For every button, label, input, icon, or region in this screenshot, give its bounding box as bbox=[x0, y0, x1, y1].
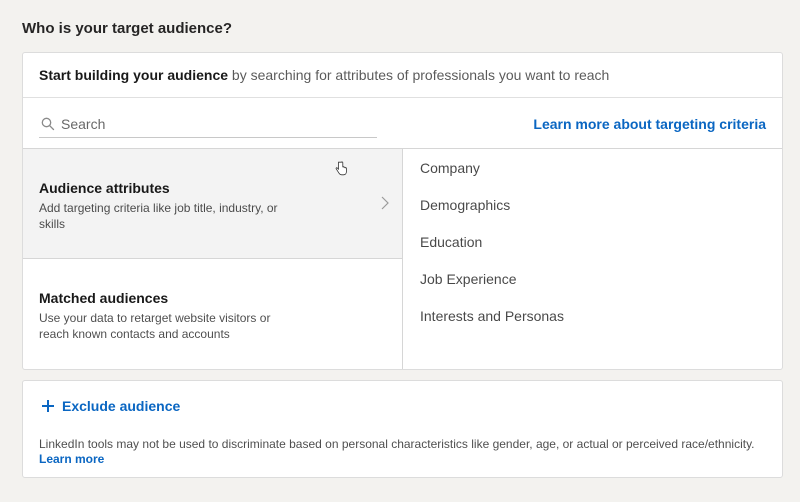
page: Who is your target audience? Start build… bbox=[0, 0, 800, 502]
category-list: Company Demographics Education Job Exper… bbox=[403, 149, 782, 369]
card-header-rest: by searching for attributes of professio… bbox=[228, 67, 610, 83]
audience-card: Start building your audience by searchin… bbox=[22, 52, 783, 370]
search-icon bbox=[41, 117, 55, 130]
option-title: Audience attributes bbox=[39, 180, 170, 196]
category-job-experience[interactable]: Job Experience bbox=[403, 272, 782, 309]
audience-options: Audience attributes Add targeting criter… bbox=[23, 149, 403, 369]
category-demographics[interactable]: Demographics bbox=[403, 198, 782, 235]
hand-cursor-icon bbox=[335, 161, 347, 176]
card-header-bold: Start building your audience bbox=[39, 67, 229, 83]
search-row: Learn more about targeting criteria bbox=[23, 98, 782, 149]
option-matched-audiences[interactable]: Matched audiences Use your data to retar… bbox=[23, 259, 402, 369]
chevron-right-icon bbox=[381, 196, 389, 210]
exclude-audience-button[interactable]: Exclude audience bbox=[41, 398, 180, 414]
category-education[interactable]: Education bbox=[403, 235, 782, 272]
category-company[interactable]: Company bbox=[403, 161, 782, 198]
learn-targeting-link[interactable]: Learn more about targeting criteria bbox=[533, 116, 766, 132]
exclude-audience-label: Exclude audience bbox=[62, 398, 181, 414]
disclaimer-text: LinkedIn tools may not be used to discri… bbox=[39, 437, 755, 451]
targeting-split: Audience attributes Add targeting criter… bbox=[23, 149, 782, 369]
search-input[interactable] bbox=[61, 115, 361, 132]
learn-more-link[interactable]: Learn more bbox=[39, 452, 104, 466]
option-title: Matched audiences bbox=[39, 290, 169, 306]
option-audience-attributes[interactable]: Audience attributes Add targeting criter… bbox=[23, 149, 402, 259]
option-description: Add targeting criteria like job title, i… bbox=[39, 201, 278, 231]
card-header: Start building your audience by searchin… bbox=[23, 53, 782, 98]
search-box[interactable] bbox=[39, 110, 377, 138]
exclude-card: Exclude audience LinkedIn tools may not … bbox=[22, 380, 783, 478]
option-description: Use your data to retarget website visito… bbox=[39, 311, 271, 341]
plus-icon bbox=[42, 400, 54, 412]
category-interests-personas[interactable]: Interests and Personas bbox=[403, 309, 782, 346]
section-title: Who is your target audience? bbox=[22, 20, 233, 37]
